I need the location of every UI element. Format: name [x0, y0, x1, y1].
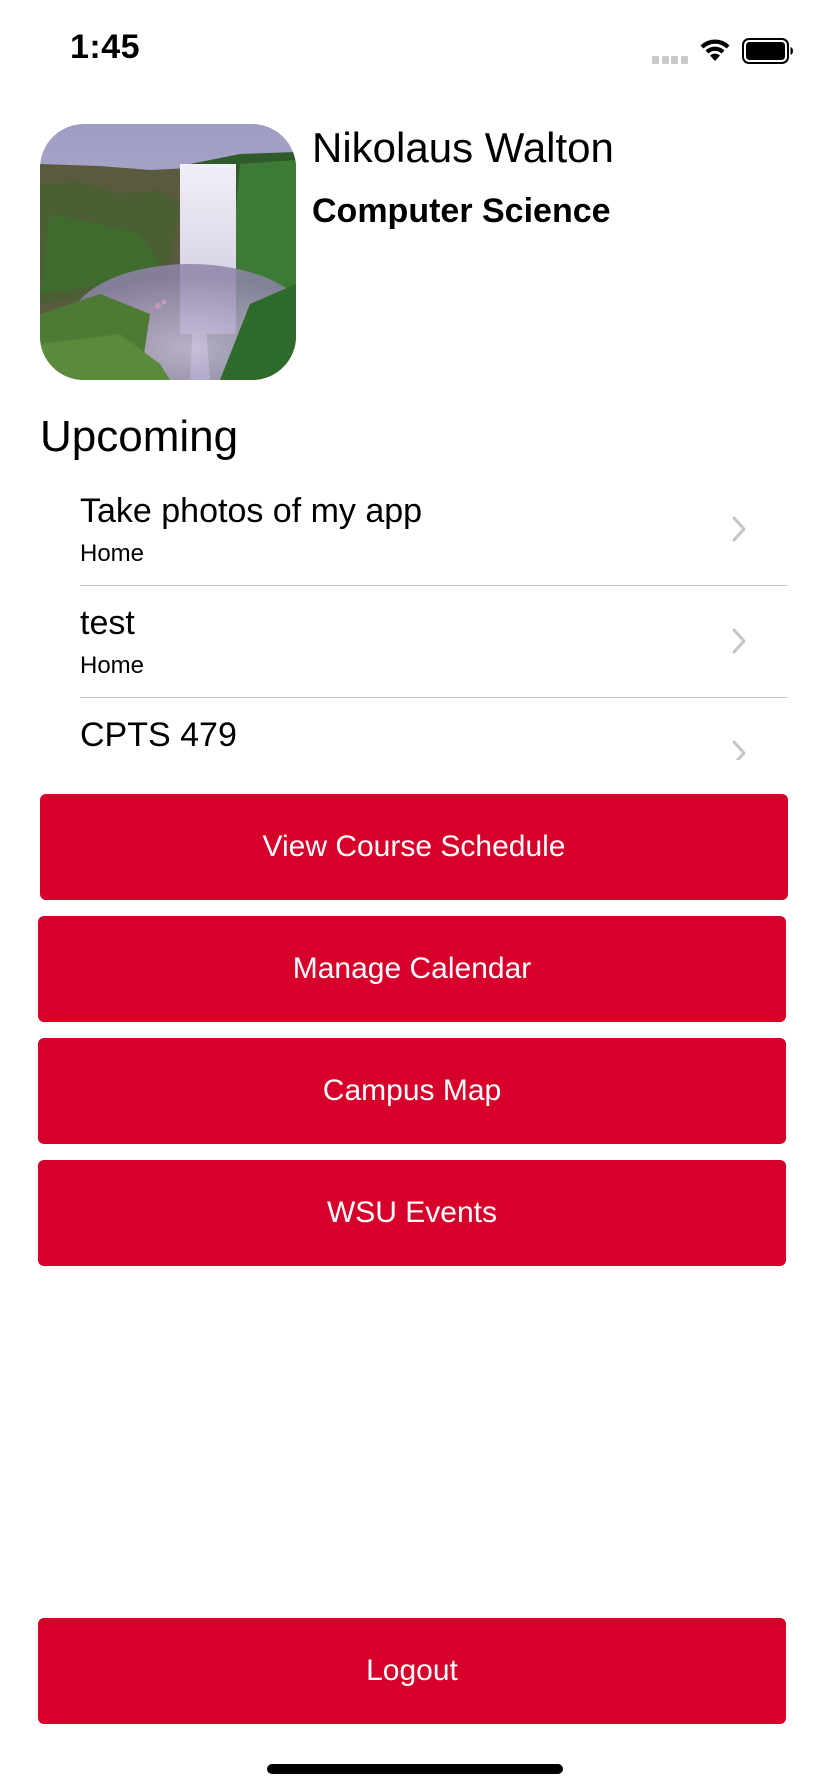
chevron-right-icon [732, 628, 746, 654]
avatar[interactable] [40, 124, 296, 380]
item-title: CPTS 479 [80, 716, 237, 754]
item-title: test [80, 604, 135, 642]
upcoming-title: Upcoming [40, 412, 239, 461]
campus-map-button[interactable]: Campus Map [38, 1038, 786, 1144]
profile-name: Nikolaus Walton [312, 124, 614, 171]
manage-calendar-button[interactable]: Manage Calendar [38, 916, 786, 1022]
list-item[interactable]: Take photos of my app Home [80, 474, 788, 586]
cellular-signal-icon [652, 51, 690, 64]
home-indicator [267, 1764, 563, 1774]
list-item[interactable]: CPTS 479 [80, 698, 788, 760]
chevron-right-icon [732, 516, 746, 542]
profile-major: Computer Science [312, 192, 611, 230]
upcoming-list[interactable]: Take photos of my app Home test Home CPT… [0, 474, 828, 760]
wifi-icon [698, 37, 732, 63]
view-course-schedule-button[interactable]: View Course Schedule [40, 794, 788, 900]
status-bar: 1:45 [0, 0, 828, 100]
list-item[interactable]: test Home [80, 586, 788, 698]
battery-icon [742, 38, 794, 64]
item-subtitle: Home [80, 540, 145, 567]
status-time: 1:45 [70, 28, 141, 66]
item-subtitle: Home [80, 652, 145, 679]
chevron-right-icon [732, 740, 746, 760]
logout-button[interactable]: Logout [38, 1618, 786, 1724]
wsu-events-button[interactable]: WSU Events [38, 1160, 786, 1266]
item-title: Take photos of my app [80, 492, 423, 530]
